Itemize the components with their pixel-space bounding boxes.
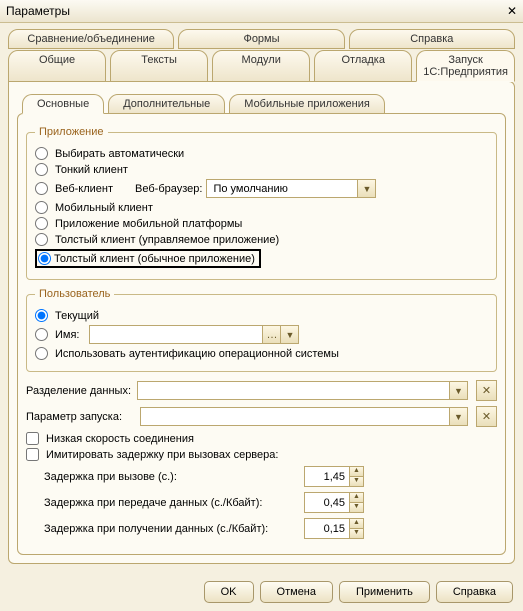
radio-name-user-label: Имя:	[55, 329, 79, 341]
tab-forms[interactable]: Формы	[178, 29, 344, 49]
delay-recv-input[interactable]	[305, 523, 349, 535]
radio-current-user-label: Текущий	[55, 310, 99, 322]
apply-button[interactable]: Применить	[339, 581, 430, 603]
web-browser-label: Веб-браузер:	[135, 183, 202, 195]
checkbox-low-speed[interactable]	[26, 432, 39, 445]
window-title: Параметры	[6, 4, 70, 18]
radio-thick-ordinary-label: Толстый клиент (обычное приложение)	[54, 253, 255, 265]
radio-mobile-app[interactable]	[35, 217, 48, 230]
radio-current-user[interactable]	[35, 309, 48, 322]
delay-send-label: Задержка при передаче данных (с./Кбайт):	[44, 497, 304, 509]
spin-down-icon[interactable]: ▼	[350, 503, 363, 512]
tab-row-1: Сравнение/объединение Формы Справка	[8, 29, 515, 49]
ok-button[interactable]: OK	[204, 581, 254, 603]
ellipsis-icon[interactable]: …	[262, 326, 280, 343]
user-name-combo[interactable]: … ▼	[89, 325, 299, 344]
radio-thin[interactable]	[35, 163, 48, 176]
radio-thick-ordinary[interactable]	[38, 252, 51, 265]
checkbox-low-speed-label: Низкая скорость соединения	[46, 433, 194, 445]
tab-row-2: Общие Тексты Модули Отладка Запуск 1С:Пр…	[8, 50, 515, 82]
tab-launch-1c[interactable]: Запуск 1С:Предприятия	[416, 50, 515, 82]
chevron-down-icon[interactable]: ▼	[449, 382, 467, 399]
delay-send-input[interactable]	[305, 497, 349, 509]
radio-auto-label: Выбирать автоматически	[55, 148, 184, 160]
checkbox-emulate-delay-label: Имитировать задержку при вызовах сервера…	[46, 449, 278, 461]
tab-row-3: Основные Дополнительные Мобильные прилож…	[22, 94, 506, 114]
tab-general[interactable]: Общие	[8, 50, 106, 82]
application-group: Приложение Выбирать автоматически Тонкий…	[26, 126, 497, 280]
highlighted-option: Толстый клиент (обычное приложение)	[35, 249, 261, 268]
chevron-down-icon[interactable]: ▼	[357, 180, 375, 197]
delay-recv-spinner[interactable]: ▲▼	[304, 518, 364, 539]
radio-mobile-client-label: Мобильный клиент	[55, 202, 153, 214]
tab-texts[interactable]: Тексты	[110, 50, 208, 82]
radio-os-auth[interactable]	[35, 347, 48, 360]
radio-mobile-client[interactable]	[35, 201, 48, 214]
delay-call-spinner[interactable]: ▲▼	[304, 466, 364, 487]
web-browser-value: По умолчанию	[207, 183, 357, 195]
delay-send-spinner[interactable]: ▲▼	[304, 492, 364, 513]
spin-up-icon[interactable]: ▲	[350, 519, 363, 529]
content-area: Сравнение/объединение Формы Справка Общи…	[0, 23, 523, 572]
help-button[interactable]: Справка	[436, 581, 513, 603]
web-browser-combo[interactable]: По умолчанию ▼	[206, 179, 376, 198]
button-bar: OK Отмена Применить Справка	[204, 581, 513, 603]
launch-param-combo[interactable]: ▼	[140, 407, 468, 426]
radio-thin-label: Тонкий клиент	[55, 164, 128, 176]
spin-down-icon[interactable]: ▼	[350, 477, 363, 486]
data-split-combo[interactable]: ▼	[137, 381, 468, 400]
title-bar: Параметры ✕	[0, 0, 523, 23]
chevron-down-icon[interactable]: ▼	[280, 326, 298, 343]
data-split-label: Разделение данных:	[26, 385, 131, 397]
checkbox-emulate-delay[interactable]	[26, 448, 39, 461]
radio-os-auth-label: Использовать аутентификацию операционной…	[55, 348, 339, 360]
spin-up-icon[interactable]: ▲	[350, 493, 363, 503]
spin-up-icon[interactable]: ▲	[350, 467, 363, 477]
tab-main[interactable]: Основные	[22, 94, 104, 114]
tab-help[interactable]: Справка	[349, 29, 515, 49]
application-legend: Приложение	[35, 126, 108, 138]
delay-call-label: Задержка при вызове (с.):	[44, 471, 304, 483]
radio-auto[interactable]	[35, 147, 48, 160]
tab-compare-merge[interactable]: Сравнение/объединение	[8, 29, 174, 49]
inner-panel: Приложение Выбирать автоматически Тонкий…	[17, 113, 506, 555]
user-legend: Пользователь	[35, 288, 114, 300]
radio-mobile-app-label: Приложение мобильной платформы	[55, 218, 242, 230]
radio-web[interactable]	[35, 182, 48, 195]
tab-additional[interactable]: Дополнительные	[108, 94, 225, 114]
user-group: Пользователь Текущий Имя: … ▼ Использова…	[26, 288, 497, 372]
launch-param-label: Параметр запуска:	[26, 411, 134, 423]
close-icon[interactable]: ✕	[507, 4, 517, 18]
launch-param-clear-button[interactable]: ✕	[476, 406, 497, 427]
tab-debug[interactable]: Отладка	[314, 50, 412, 82]
data-split-clear-button[interactable]: ✕	[476, 380, 497, 401]
tab-modules[interactable]: Модули	[212, 50, 310, 82]
spin-down-icon[interactable]: ▼	[350, 529, 363, 538]
radio-name-user[interactable]	[35, 328, 48, 341]
cancel-button[interactable]: Отмена	[260, 581, 333, 603]
delay-call-input[interactable]	[305, 471, 349, 483]
radio-thick-managed[interactable]	[35, 233, 48, 246]
delay-recv-label: Задержка при получении данных (с./Кбайт)…	[44, 523, 304, 535]
tab-mobile-apps[interactable]: Мобильные приложения	[229, 94, 385, 114]
main-panel: Основные Дополнительные Мобильные прилож…	[8, 81, 515, 564]
radio-web-label: Веб-клиент	[55, 183, 113, 195]
radio-thick-managed-label: Толстый клиент (управляемое приложение)	[55, 234, 279, 246]
chevron-down-icon[interactable]: ▼	[449, 408, 467, 425]
